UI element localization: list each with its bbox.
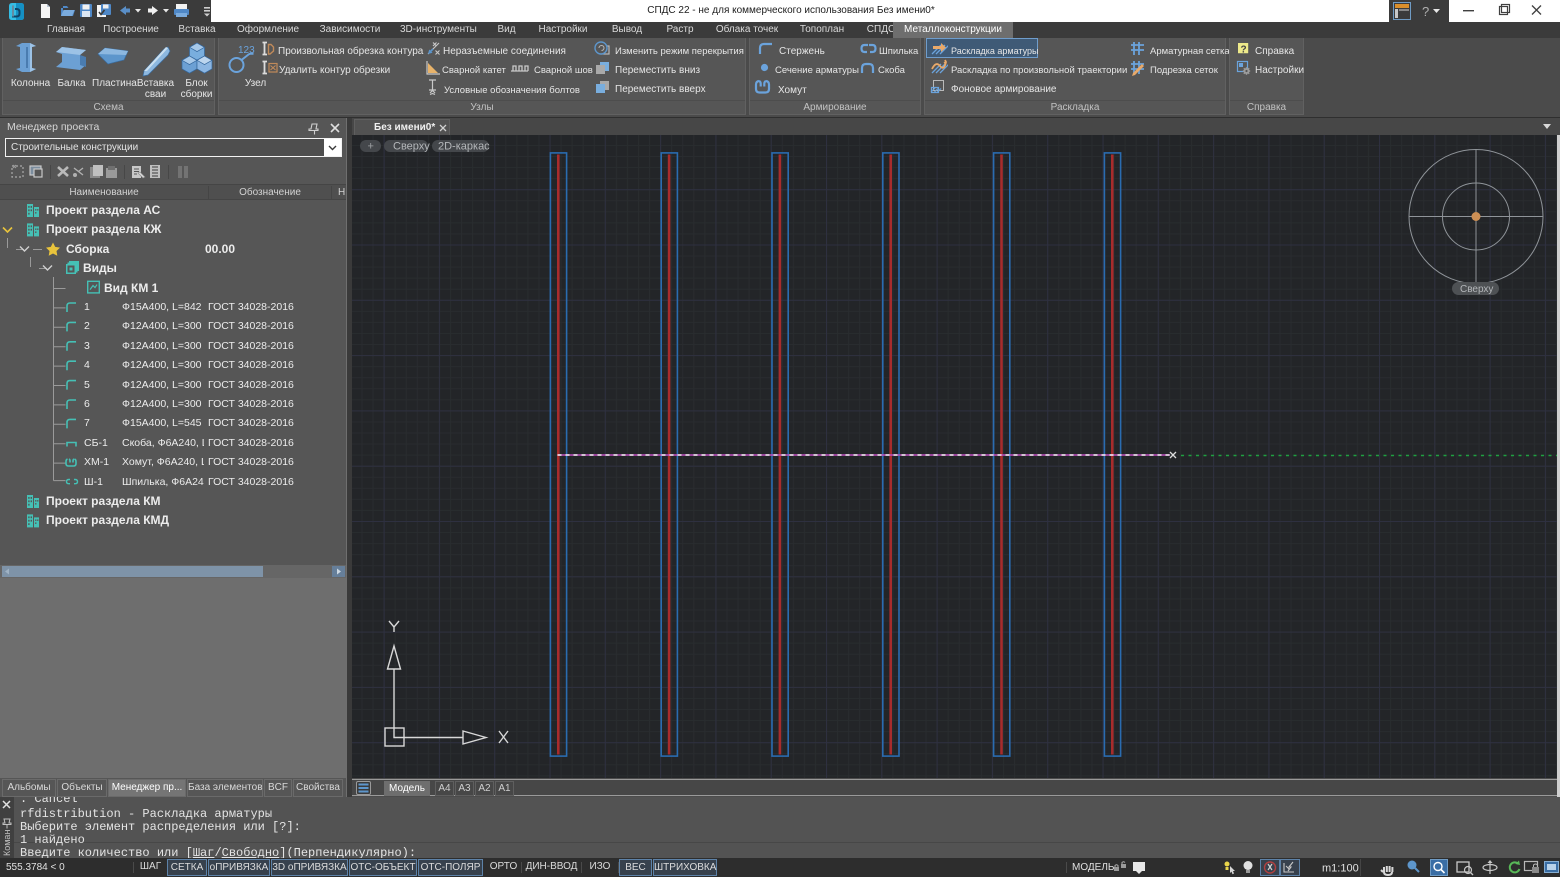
svg-text:2D-каркас: 2D-каркас [438,141,490,153]
svg-text:m1:100: m1:100 [1322,863,1359,875]
svg-text:Коман: Коман [2,830,12,856]
svg-text:+: + [368,141,374,153]
svg-text:Сверху: Сверху [1460,284,1493,295]
svg-text:?: ? [1241,45,1247,56]
svg-text:Сверху: Сверху [393,141,430,153]
svg-text:?: ? [1422,4,1429,19]
